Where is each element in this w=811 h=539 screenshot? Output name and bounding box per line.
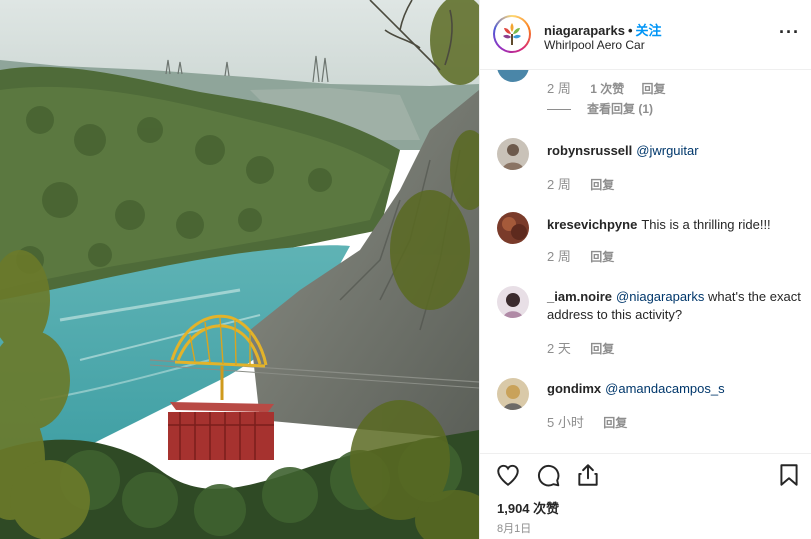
comment-time: 2 周 <box>547 177 571 192</box>
niagara-parks-logo-icon <box>503 23 521 45</box>
bookmark-icon[interactable] <box>776 462 802 488</box>
likes-count[interactable]: 1,904 次赞 <box>497 498 559 517</box>
post-actions: 1,904 次赞 8月1日 <box>480 453 811 539</box>
comment-time: 2 周 <box>547 81 571 96</box>
reply-button[interactable]: 回复 <box>642 82 666 96</box>
comment-time: 2 天 <box>547 341 571 356</box>
post-panel: niagaraparks • 关注 Whirlpool Aero Car ··· 2… <box>479 0 811 539</box>
commenter-avatar[interactable] <box>497 70 529 82</box>
reply-button[interactable]: 回复 <box>590 342 614 356</box>
more-horizontal-icon[interactable]: ··· <box>779 22 800 43</box>
comment-time: 2 周 <box>547 249 571 264</box>
reply-button[interactable]: 回复 <box>590 250 614 264</box>
comment-username[interactable]: _iam.noire <box>547 289 612 304</box>
share-icon[interactable] <box>575 462 601 488</box>
username[interactable]: niagaraparks <box>544 23 625 38</box>
commenter-avatar[interactable] <box>497 138 529 170</box>
reply-button[interactable]: 回复 <box>590 178 614 192</box>
location-link[interactable]: Whirlpool Aero Car <box>544 38 645 52</box>
heart-icon[interactable] <box>495 462 521 488</box>
reply-button[interactable]: 回复 <box>603 416 627 430</box>
comment-time: 5 小时 <box>547 415 584 430</box>
comment-likes[interactable]: 1 次赞 <box>590 82 624 96</box>
post-date: 8月1日 <box>497 523 532 535</box>
view-replies-label: 查看回复 (1) <box>587 102 654 116</box>
comment-mention[interactable]: @niagaraparks <box>616 289 704 304</box>
comments-list[interactable]: 2 周 1 次赞 回复 查看回复 (1) robynsrussell @jwrgu… <box>480 70 811 455</box>
separator-dot: • <box>627 23 633 38</box>
commenter-avatar[interactable] <box>497 212 529 244</box>
comment-username[interactable]: gondimx <box>547 381 601 396</box>
aero-car-photo <box>0 0 479 539</box>
comment-icon[interactable] <box>535 462 561 488</box>
comment-username[interactable]: kresevichpyne <box>547 217 637 232</box>
post-header: niagaraparks • 关注 Whirlpool Aero Car ··· <box>480 0 811 70</box>
view-replies-button[interactable]: 查看回复 (1) <box>547 100 653 117</box>
commenter-avatar[interactable] <box>497 286 529 318</box>
commenter-avatar[interactable] <box>497 378 529 410</box>
comment-text: This is a thrilling ride!!! <box>641 217 771 232</box>
follow-button[interactable]: 关注 <box>636 23 662 38</box>
profile-avatar[interactable] <box>493 15 531 53</box>
comment-mention[interactable]: @jwrguitar <box>636 143 698 158</box>
divider <box>547 109 571 111</box>
comment-mention[interactable]: @amandacampos_s <box>605 381 724 396</box>
post-photo[interactable] <box>0 0 479 539</box>
comment-username[interactable]: robynsrussell <box>547 143 632 158</box>
